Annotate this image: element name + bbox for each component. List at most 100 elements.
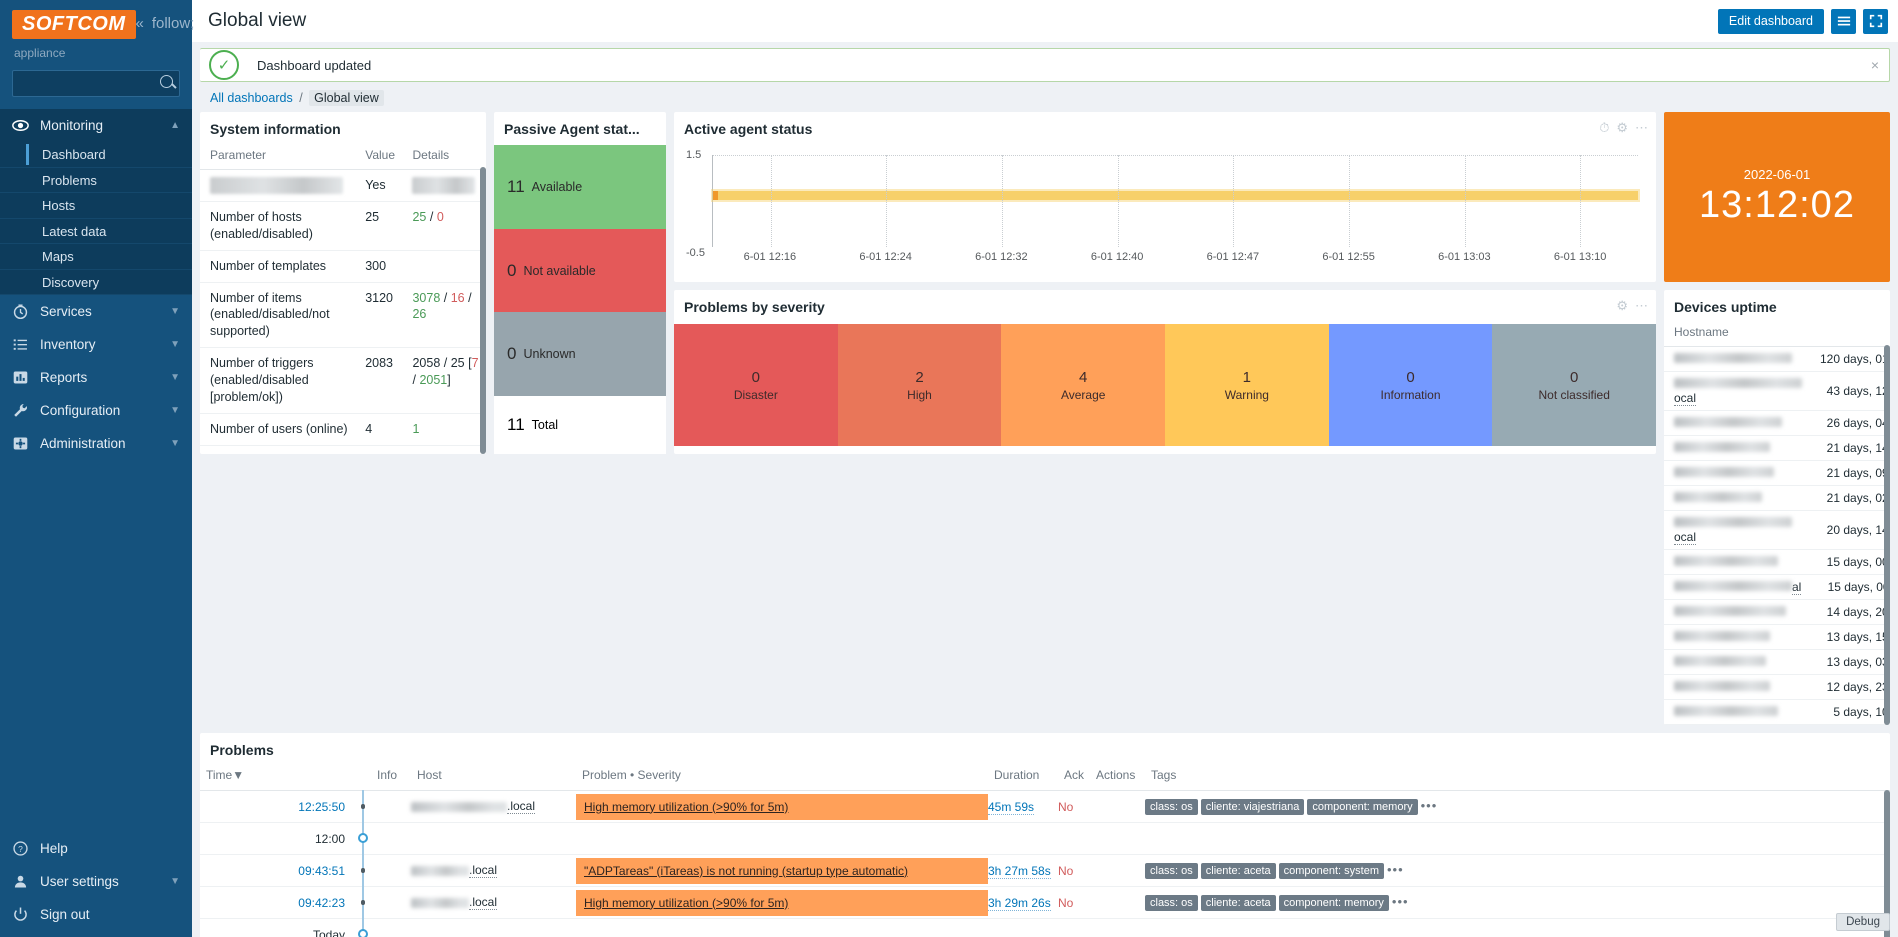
sidebar-item-inventory[interactable]: Inventory ▼: [0, 328, 192, 361]
passive-agent-cell[interactable]: 0Not available: [494, 229, 666, 313]
sidebar-item-discovery[interactable]: Discovery: [0, 270, 192, 296]
table-row[interactable]: ocal43 days, 12:15:53: [1664, 372, 1890, 411]
tag-badge[interactable]: cliente: aceta: [1201, 863, 1276, 879]
severity-cell[interactable]: 1Warning: [1165, 324, 1329, 446]
table-row[interactable]: 14 days, 20:37:25: [1664, 600, 1890, 625]
problem-duration[interactable]: 3h 29m 26s: [988, 887, 1058, 919]
sidebar-item-dashboard[interactable]: Dashboard: [0, 142, 192, 168]
sidebar-item-help[interactable]: ? Help: [0, 832, 192, 865]
table-row[interactable]: 120 days, 01:13:24: [1664, 347, 1890, 372]
system-information-scrollbar[interactable]: [480, 167, 486, 454]
problem-time[interactable]: 12:25:50: [200, 791, 355, 823]
problem-cell[interactable]: High memory utilization (>90% for 5m): [576, 887, 988, 919]
problem-actions[interactable]: [1090, 887, 1145, 919]
problem-severity-pill[interactable]: High memory utilization (>90% for 5m): [576, 890, 988, 916]
sidebar-item-services[interactable]: Services ▼: [0, 295, 192, 328]
close-icon[interactable]: ×: [1871, 57, 1879, 73]
problem-severity-pill[interactable]: High memory utilization (>90% for 5m): [576, 794, 988, 820]
problem-host[interactable]: .local: [411, 791, 576, 823]
table-row[interactable]: 13 days, 03:12:23: [1664, 650, 1890, 675]
col-host[interactable]: Host: [411, 766, 576, 791]
problem-host[interactable]: .local: [411, 887, 576, 919]
severity-cell[interactable]: 0Not classified: [1492, 324, 1656, 446]
gear-icon[interactable]: ⚙: [1616, 120, 1628, 136]
table-row[interactable]: ocal20 days, 14:37:53: [1664, 511, 1890, 550]
breadcrumb-all-dashboards[interactable]: All dashboards: [210, 91, 293, 105]
col-duration[interactable]: Duration: [988, 766, 1058, 791]
table-row[interactable]: 15 days, 00:34:28: [1664, 550, 1890, 575]
problem-ack[interactable]: No: [1058, 791, 1090, 823]
hamburger-icon[interactable]: [1831, 9, 1856, 34]
problem-time[interactable]: 09:43:51: [200, 855, 355, 887]
sidebar-item-sign-out[interactable]: Sign out: [0, 898, 192, 931]
clock-icon[interactable]: ⏱: [1599, 120, 1609, 136]
table-row[interactable]: 13 days, 15:45:16: [1664, 625, 1890, 650]
table-row[interactable]: 12 days, 23:20:28: [1664, 675, 1890, 700]
problem-duration[interactable]: 3h 27m 58s: [988, 855, 1058, 887]
tag-badge[interactable]: cliente: aceta: [1201, 895, 1276, 911]
tag-badge[interactable]: class: os: [1145, 863, 1198, 879]
table-row[interactable]: 21 days, 14:03:07: [1664, 436, 1890, 461]
problem-ack[interactable]: No: [1058, 855, 1090, 887]
sidebar-item-configuration[interactable]: Configuration ▼: [0, 394, 192, 427]
ellipsis-icon[interactable]: ⋯: [1635, 120, 1648, 136]
sidebar-item-hosts[interactable]: Hosts: [0, 193, 192, 219]
table-row[interactable]: 21 days, 09:46:19: [1664, 461, 1890, 486]
problem-severity-pill[interactable]: "ADPTareas" (iTareas) is not running (st…: [576, 858, 988, 884]
tag-badge[interactable]: class: os: [1145, 895, 1198, 911]
problem-duration[interactable]: 45m 59s: [988, 791, 1058, 823]
severity-cell[interactable]: 0Information: [1329, 324, 1493, 446]
problem-time[interactable]: 09:42:23: [200, 887, 355, 919]
severity-cell[interactable]: 4Average: [1001, 324, 1165, 446]
ellipsis-icon[interactable]: ⋯: [1635, 298, 1648, 314]
problem-ack[interactable]: No: [1058, 887, 1090, 919]
col-info[interactable]: Info: [371, 766, 411, 791]
search-icon[interactable]: [160, 75, 173, 88]
tag-badge[interactable]: component: memory: [1279, 895, 1389, 911]
sidebar-item-reports[interactable]: Reports ▼: [0, 361, 192, 394]
problem-actions[interactable]: [1090, 791, 1145, 823]
tag-badge[interactable]: cliente: viajestriana: [1201, 799, 1305, 815]
table-row[interactable]: 09:42:23 .localHigh memory utilization (>…: [200, 887, 1890, 919]
debug-button[interactable]: Debug: [1836, 913, 1890, 931]
table-row[interactable]: 12:25:50 .localHigh memory utilization (>…: [200, 791, 1890, 823]
table-row[interactable]: 21 days, 02:27:20: [1664, 486, 1890, 511]
passive-agent-cell[interactable]: 11Available: [494, 145, 666, 229]
problem-host[interactable]: .local: [411, 855, 576, 887]
edit-dashboard-button[interactable]: Edit dashboard: [1718, 9, 1824, 34]
sidebar-item-administration[interactable]: Administration ▼: [0, 427, 192, 460]
sidebar-item-maps[interactable]: Maps: [0, 244, 192, 270]
sidebar-item-monitoring[interactable]: Monitoring ▲: [0, 109, 192, 142]
more-tags-icon[interactable]: •••: [1392, 894, 1409, 909]
table-row[interactable]: Today: [200, 919, 1890, 937]
col-ack[interactable]: Ack: [1058, 766, 1090, 791]
table-row[interactable]: 5 days, 10:17:50: [1664, 700, 1890, 725]
col-problem-severity[interactable]: Problem • Severity: [576, 766, 988, 791]
passive-agent-cell[interactable]: 0Unknown: [494, 312, 666, 396]
gear-icon[interactable]: ⚙: [1616, 298, 1628, 314]
tag-badge[interactable]: class: os: [1145, 799, 1198, 815]
fullscreen-icon[interactable]: [1863, 9, 1888, 34]
devices-uptime-scrollbar[interactable]: [1884, 345, 1890, 725]
search-input[interactable]: [12, 70, 180, 97]
severity-cell[interactable]: 2High: [838, 324, 1002, 446]
table-row[interactable]: al15 days, 00:26:11: [1664, 575, 1890, 600]
table-row[interactable]: 12:00: [200, 823, 1890, 855]
more-tags-icon[interactable]: •••: [1387, 862, 1404, 877]
problem-cell[interactable]: High memory utilization (>90% for 5m): [576, 791, 988, 823]
col-time[interactable]: Time▼: [200, 766, 355, 791]
problem-cell[interactable]: "ADPTareas" (iTareas) is not running (st…: [576, 855, 988, 887]
col-actions[interactable]: Actions: [1090, 766, 1145, 791]
expand-icon[interactable]: follow;: [152, 16, 195, 31]
col-tags[interactable]: Tags: [1145, 766, 1890, 791]
problem-actions[interactable]: [1090, 855, 1145, 887]
tag-badge[interactable]: component: system: [1279, 863, 1384, 879]
table-row[interactable]: 09:43:51 .local"ADPTareas" (iTareas) is n…: [200, 855, 1890, 887]
tag-badge[interactable]: component: memory: [1307, 799, 1417, 815]
more-tags-icon[interactable]: •••: [1421, 798, 1438, 813]
sidebar-item-latest-data[interactable]: Latest data: [0, 219, 192, 245]
table-row[interactable]: 26 days, 04:21:39: [1664, 411, 1890, 436]
chevron-double-left-icon[interactable]: «: [136, 16, 144, 31]
sidebar-item-problems[interactable]: Problems: [0, 168, 192, 194]
severity-cell[interactable]: 0Disaster: [674, 324, 838, 446]
